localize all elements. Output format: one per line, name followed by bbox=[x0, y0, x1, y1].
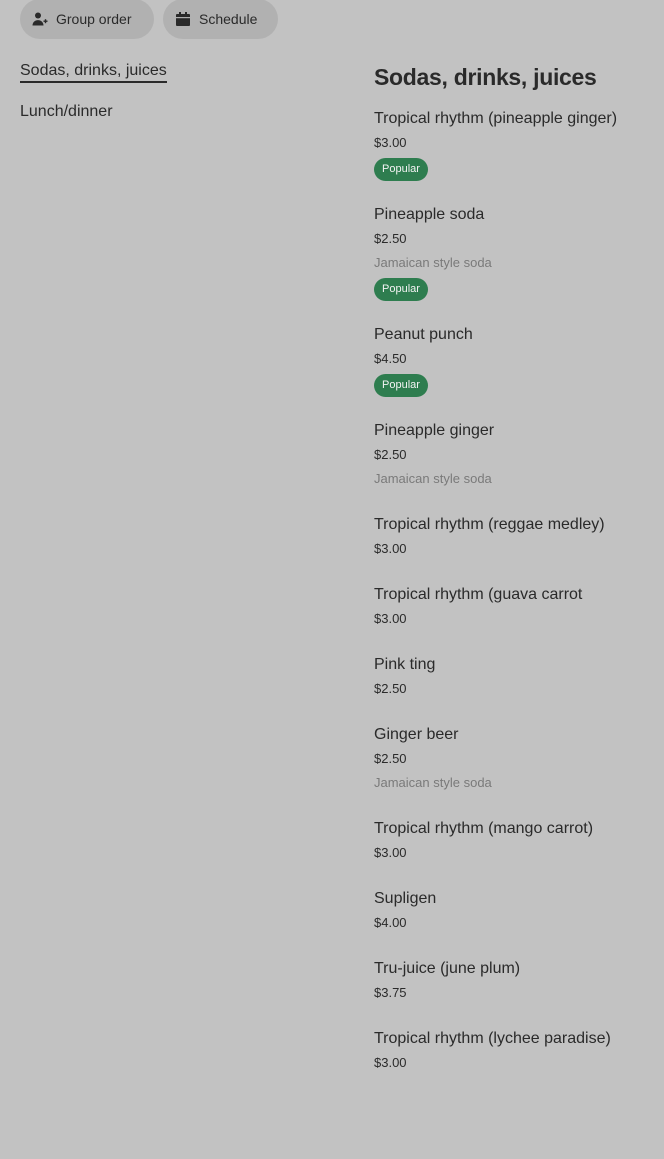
sidebar-item-lunch-wrap: Lunch/dinner bbox=[20, 103, 167, 121]
sidebar-item-lunch-dinner[interactable]: Lunch/dinner bbox=[20, 103, 113, 121]
menu-item-price: $4.50 bbox=[374, 351, 407, 366]
menu-item[interactable]: Pink ting $2.50 bbox=[374, 655, 654, 725]
menu-item-name: Tropical rhythm (pineapple ginger) bbox=[374, 110, 618, 127]
section-title: Sodas, drinks, juices bbox=[374, 64, 597, 90]
menu-item-name: Supligen bbox=[374, 890, 437, 907]
menu-item[interactable]: Tropical rhythm (pineapple ginger) $3.00 P… bbox=[374, 109, 654, 205]
badge-wrap: Popular bbox=[374, 151, 654, 181]
schedule-label: Schedule bbox=[199, 11, 258, 27]
menu-item[interactable]: Ginger beer $2.50 Jamaican style soda bbox=[374, 725, 654, 819]
menu-item-name: Pineapple ginger bbox=[374, 422, 495, 439]
menu-item-price: $3.00 bbox=[374, 611, 407, 626]
menu-item-name: Tropical rhythm (guava carrot bbox=[374, 586, 583, 603]
menu-item-name: Peanut punch bbox=[374, 326, 473, 343]
group-order-label: Group order bbox=[56, 11, 132, 27]
menu-item-price: $2.50 bbox=[374, 751, 407, 766]
menu-item-price: $4.00 bbox=[374, 915, 407, 930]
menu-item-price: $2.50 bbox=[374, 681, 407, 696]
sidebar-item-sodas-wrap: Sodas, drinks, juices bbox=[20, 62, 167, 83]
calendar-icon bbox=[175, 11, 191, 27]
menu-item[interactable]: Pineapple soda $2.50 Jamaican style soda Po… bbox=[374, 205, 654, 325]
badge-wrap: Popular bbox=[374, 367, 654, 397]
menu-item-name: Tropical rhythm (mango carrot) bbox=[374, 820, 594, 837]
menu-section: Sodas, drinks, juices Tropical rhythm (p… bbox=[374, 64, 654, 1099]
menu-item[interactable]: Tropical rhythm (reggae medley) $3.00 bbox=[374, 515, 654, 585]
popular-badge: Popular bbox=[374, 158, 428, 181]
menu-item-name: Pink ting bbox=[374, 656, 436, 673]
popular-badge: Popular bbox=[374, 278, 428, 301]
sidebar-item-sodas-drinks-juices[interactable]: Sodas, drinks, juices bbox=[20, 62, 167, 83]
popular-badge: Popular bbox=[374, 374, 428, 397]
menu-item-price: $3.75 bbox=[374, 985, 407, 1000]
menu-item[interactable]: Tropical rhythm (guava carrot $3.00 bbox=[374, 585, 654, 655]
menu-item-name: Pineapple soda bbox=[374, 206, 485, 223]
menu-item-price: $3.00 bbox=[374, 541, 407, 556]
menu-item-price: $2.50 bbox=[374, 231, 407, 246]
menu-item-name: Tropical rhythm (lychee paradise) bbox=[374, 1030, 611, 1047]
group-order-button[interactable]: Group order bbox=[20, 0, 154, 39]
menu-item-name: Ginger beer bbox=[374, 726, 459, 743]
menu-item-list: Tropical rhythm (pineapple ginger) $3.00 P… bbox=[374, 109, 654, 1099]
menu-item[interactable]: Pineapple ginger $2.50 Jamaican style soda bbox=[374, 421, 654, 515]
menu-item[interactable]: Tropical rhythm (mango carrot) $3.00 bbox=[374, 819, 654, 889]
menu-item-price: $3.00 bbox=[374, 135, 407, 150]
menu-item[interactable]: Supligen $4.00 bbox=[374, 889, 654, 959]
menu-item-name: Tru-juice (june plum) bbox=[374, 960, 521, 977]
menu-item[interactable]: Peanut punch $4.50 Popular bbox=[374, 325, 654, 421]
menu-item-price: $3.00 bbox=[374, 1055, 407, 1070]
group-order-icon bbox=[32, 11, 48, 27]
menu-item[interactable]: Tru-juice (june plum) $3.75 bbox=[374, 959, 654, 1029]
menu-item[interactable]: Tropical rhythm (lychee paradise) $3.00 bbox=[374, 1029, 654, 1099]
menu-item-name: Tropical rhythm (reggae medley) bbox=[374, 516, 605, 533]
schedule-button[interactable]: Schedule bbox=[163, 0, 278, 39]
menu-item-price: $3.00 bbox=[374, 845, 407, 860]
menu-item-description: Jamaican style soda bbox=[374, 471, 492, 486]
menu-item-price: $2.50 bbox=[374, 447, 407, 462]
category-sidebar: Sodas, drinks, juices Lunch/dinner bbox=[20, 62, 167, 141]
menu-item-description: Jamaican style soda bbox=[374, 775, 492, 790]
menu-item-description: Jamaican style soda bbox=[374, 255, 492, 270]
badge-wrap: Popular bbox=[374, 271, 654, 301]
top-actions: Group order Schedule bbox=[20, 0, 278, 39]
